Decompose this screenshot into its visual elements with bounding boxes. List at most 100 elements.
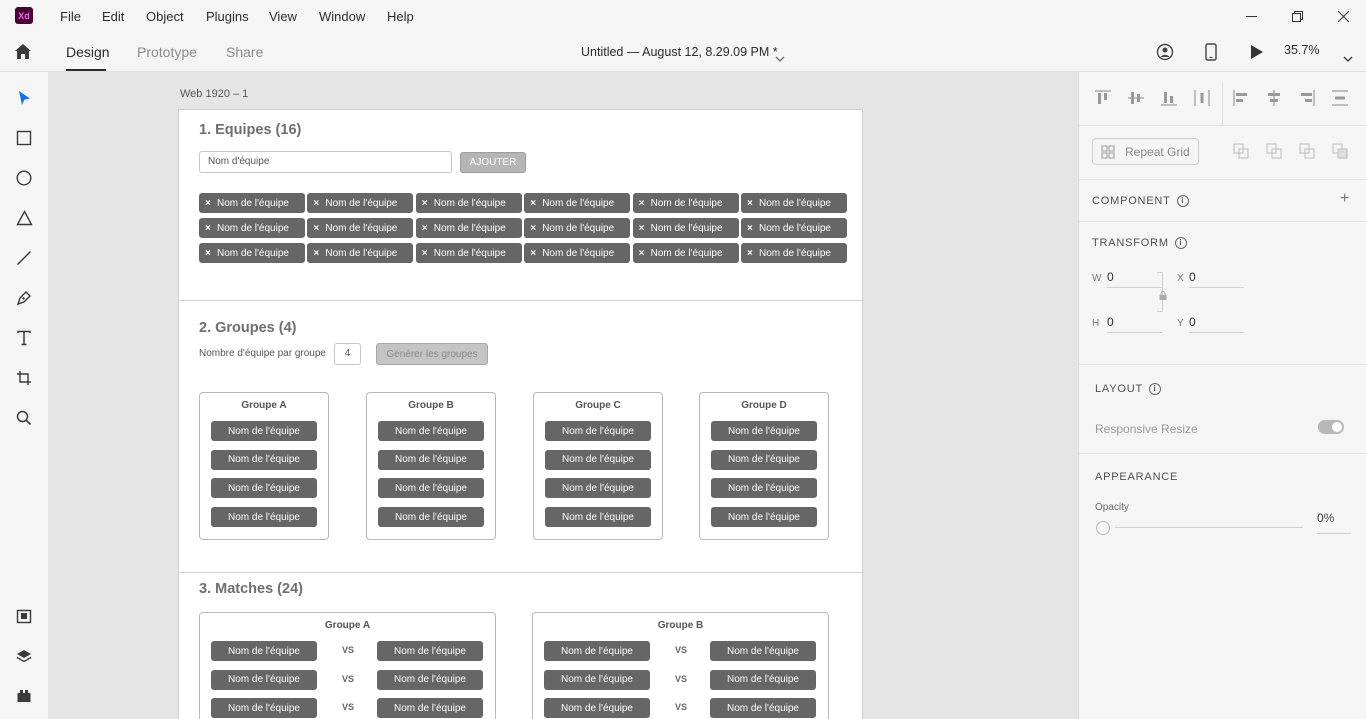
remove-chip-icon[interactable]: × xyxy=(530,198,536,209)
align-top-icon[interactable] xyxy=(1093,88,1113,108)
canvas[interactable]: Web 1920 – 1 1. Equipes (16) Nom d'équip… xyxy=(48,72,1078,719)
align-right-icon[interactable] xyxy=(1297,88,1317,108)
menu-view[interactable]: View xyxy=(269,9,297,24)
group-team-pill[interactable]: Nom de l'équipe xyxy=(711,421,817,441)
menu-help[interactable]: Help xyxy=(387,9,414,24)
x-field[interactable]: 0 xyxy=(1189,270,1244,288)
layers-icon[interactable] xyxy=(14,646,34,666)
menu-edit[interactable]: Edit xyxy=(102,9,124,24)
artboard-label[interactable]: Web 1920 – 1 xyxy=(180,88,248,100)
match-away-team[interactable]: Nom de l'équipe xyxy=(710,669,816,690)
align-center-icon[interactable] xyxy=(1264,88,1284,108)
match-home-team[interactable]: Nom de l'équipe xyxy=(211,641,317,661)
team-chip[interactable]: × Nom de l'équipe xyxy=(741,193,847,213)
remove-chip-icon[interactable]: × xyxy=(747,248,753,259)
group-team-pill[interactable]: Nom de l'équipe xyxy=(545,507,651,528)
menu-file[interactable]: File xyxy=(60,9,81,24)
menu-window[interactable]: Window xyxy=(319,9,365,24)
distribute-vertical-icon[interactable] xyxy=(1330,88,1350,108)
opacity-slider-handle[interactable] xyxy=(1096,521,1110,535)
remove-chip-icon[interactable]: × xyxy=(530,223,536,234)
remove-chip-icon[interactable]: × xyxy=(530,248,536,259)
team-chip[interactable]: × Nom de l'équipe xyxy=(415,243,522,263)
team-chip[interactable]: × Nom de l'équipe xyxy=(632,193,739,213)
lock-icon[interactable] xyxy=(1159,287,1167,305)
remove-chip-icon[interactable]: × xyxy=(639,223,645,234)
remove-chip-icon[interactable]: × xyxy=(422,198,428,209)
boolean-subtract-icon[interactable] xyxy=(1264,141,1284,161)
match-away-team[interactable]: Nom de l'équipe xyxy=(710,698,816,719)
team-chip[interactable]: × Nom de l'équipe xyxy=(415,193,522,213)
remove-chip-icon[interactable]: × xyxy=(205,248,211,259)
match-home-team[interactable]: Nom de l'équipe xyxy=(211,698,317,719)
assets-icon[interactable] xyxy=(14,606,34,626)
team-name-input[interactable]: Nom d'équipe xyxy=(199,151,452,173)
add-team-button[interactable]: AJOUTER xyxy=(460,152,526,173)
align-left-icon[interactable] xyxy=(1231,88,1251,108)
remove-chip-icon[interactable]: × xyxy=(422,223,428,234)
tab-design[interactable]: Design xyxy=(66,44,110,60)
remove-chip-icon[interactable]: × xyxy=(639,248,645,259)
remove-chip-icon[interactable]: × xyxy=(205,198,211,209)
remove-chip-icon[interactable]: × xyxy=(313,248,319,259)
add-component-button[interactable]: + xyxy=(1340,190,1349,208)
group-team-pill[interactable]: Nom de l'équipe xyxy=(545,421,651,441)
zoom-chevron-icon[interactable] xyxy=(1343,49,1353,67)
team-chip[interactable]: × Nom de l'équipe xyxy=(632,218,739,238)
home-icon[interactable] xyxy=(14,43,34,61)
remove-chip-icon[interactable]: × xyxy=(313,198,319,209)
group-team-pill[interactable]: Nom de l'équipe xyxy=(378,478,484,499)
chevron-down-icon[interactable] xyxy=(775,49,785,67)
height-field[interactable]: 0 xyxy=(1107,315,1162,333)
match-home-team[interactable]: Nom de l'équipe xyxy=(544,669,650,690)
boolean-add-icon[interactable] xyxy=(1231,141,1251,161)
document-title[interactable]: Untitled — August 12, 8.29.09 PM * xyxy=(581,45,778,59)
ellipse-icon[interactable] xyxy=(14,168,34,188)
opacity-field[interactable]: 0% xyxy=(1317,510,1351,534)
match-away-team[interactable]: Nom de l'équipe xyxy=(710,641,816,661)
team-chip[interactable]: × Nom de l'équipe xyxy=(632,243,739,263)
team-chip[interactable]: × Nom de l'équipe xyxy=(524,218,631,238)
remove-chip-icon[interactable]: × xyxy=(747,223,753,234)
pen-icon[interactable] xyxy=(14,288,34,308)
team-chip[interactable]: × Nom de l'équipe xyxy=(415,218,522,238)
group-team-pill[interactable]: Nom de l'équipe xyxy=(211,449,317,470)
group-team-pill[interactable]: Nom de l'équipe xyxy=(378,421,484,441)
match-home-team[interactable]: Nom de l'équipe xyxy=(544,641,650,661)
align-bottom-icon[interactable] xyxy=(1159,88,1179,108)
match-away-team[interactable]: Nom de l'équipe xyxy=(377,641,483,661)
menu-plugins[interactable]: Plugins xyxy=(206,9,249,24)
width-field[interactable]: 0 xyxy=(1107,270,1162,288)
group-team-pill[interactable]: Nom de l'équipe xyxy=(378,507,484,528)
close-icon[interactable] xyxy=(1332,6,1354,26)
team-chip[interactable]: × Nom de l'équipe xyxy=(307,218,414,238)
responsive-resize-toggle[interactable] xyxy=(1318,420,1344,434)
match-home-team[interactable]: Nom de l'équipe xyxy=(211,669,317,690)
match-away-team[interactable]: Nom de l'équipe xyxy=(377,698,483,719)
remove-chip-icon[interactable]: × xyxy=(747,198,753,209)
team-chip[interactable]: × Nom de l'équipe xyxy=(199,218,305,238)
remove-chip-icon[interactable]: × xyxy=(205,223,211,234)
match-home-team[interactable]: Nom de l'équipe xyxy=(544,698,650,719)
play-icon[interactable] xyxy=(1250,44,1264,65)
tab-prototype[interactable]: Prototype xyxy=(137,44,197,60)
team-chip[interactable]: × Nom de l'équipe xyxy=(524,193,631,213)
restore-icon[interactable] xyxy=(1286,6,1308,26)
team-chip[interactable]: × Nom de l'équipe xyxy=(524,243,631,263)
team-chip[interactable]: × Nom de l'équipe xyxy=(199,193,305,213)
generate-groups-button[interactable]: Générer les groupes xyxy=(376,343,488,365)
opacity-slider-track[interactable] xyxy=(1115,527,1303,528)
line-icon[interactable] xyxy=(14,248,34,268)
team-chip[interactable]: × Nom de l'équipe xyxy=(741,243,847,263)
align-middle-icon[interactable] xyxy=(1126,88,1146,108)
zoom-icon[interactable] xyxy=(14,408,34,428)
y-field[interactable]: 0 xyxy=(1189,315,1244,333)
info-icon[interactable]: i xyxy=(1149,383,1161,396)
remove-chip-icon[interactable]: × xyxy=(313,223,319,234)
artboard[interactable]: 1. Equipes (16) Nom d'équipe AJOUTER × No… xyxy=(178,109,864,719)
distribute-horizontal-icon[interactable] xyxy=(1192,88,1212,108)
group-team-pill[interactable]: Nom de l'équipe xyxy=(211,507,317,528)
info-icon[interactable]: i xyxy=(1174,237,1187,250)
group-team-pill[interactable]: Nom de l'équipe xyxy=(711,507,817,528)
remove-chip-icon[interactable]: × xyxy=(422,248,428,259)
